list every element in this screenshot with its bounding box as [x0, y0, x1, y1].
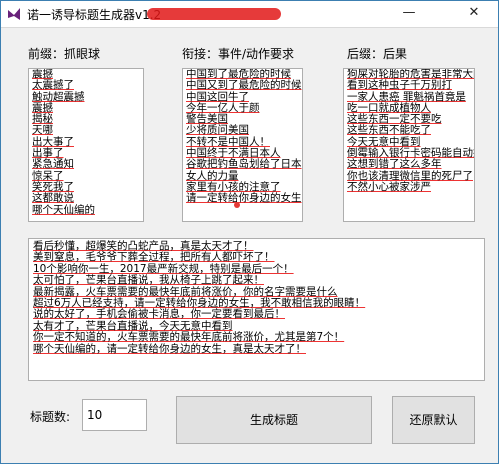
- app-window: 诺一诱导标题生成器v1.2 — ✕ 前缀：抓眼球 衔接：事件/动作要求 后缀：后…: [0, 0, 499, 464]
- prefix-item[interactable]: 太震撼了: [32, 79, 143, 91]
- count-input[interactable]: 10: [82, 399, 147, 431]
- reset-defaults-button[interactable]: 还原默认: [392, 396, 475, 444]
- prefix-item[interactable]: 哪个天仙编的: [32, 204, 143, 216]
- generated-titles-textarea[interactable]: 看后秒懂，超爆笑的凸蛇产品，真是太天才了！ 美到窒息，毛爷爷下葬全过程，把所有人都…: [28, 238, 485, 381]
- count-label: 标题数:: [30, 410, 71, 424]
- prefix-list[interactable]: 震撼 太震撼了 触动超震撼 震撼 揭秘 天哪 出大事了 出事了 紧急通知 惊呆了 笑死我了 这都敢说哪…: [28, 68, 144, 222]
- suffix-list[interactable]: 狗屎对轮胎的危害是非常大的 看到这种虫子千万别打 一家人患癌 罪魁祸首竟是 吃一口就成…: [343, 68, 475, 222]
- generated-title-line: 你一定不知道的，火车票需要的最快年底前将涨价，尤其是第7个！: [33, 331, 345, 344]
- suffix-label: 后缀：后果: [347, 47, 408, 61]
- connector-item[interactable]: 谷歌把钓鱼岛划给了日本: [186, 159, 302, 171]
- generate-titles-button[interactable]: 生成标题: [176, 396, 372, 444]
- redacted-contact: [147, 8, 281, 20]
- prefix-item[interactable]: 这都敢说: [32, 192, 143, 204]
- minimize-button[interactable]: —: [392, 1, 426, 25]
- connector-item[interactable]: 请一定转给你身边的女生: [186, 192, 302, 204]
- window-title: 诺一诱导标题生成器v1.2: [27, 8, 162, 22]
- close-button[interactable]: ✕: [452, 1, 496, 25]
- prefix-label: 前缀：抓眼球: [28, 47, 101, 61]
- resize-indicator-dot: [234, 202, 240, 208]
- suffix-item[interactable]: 看到这种虫子千万别打: [347, 79, 474, 91]
- suffix-item[interactable]: 不然小心被家涉严: [347, 181, 474, 193]
- connector-item[interactable]: 中国又到了最危险的时候: [186, 79, 302, 91]
- connector-list[interactable]: 中国到了最危险的时候 中国又到了最危险的时候 中国这回牛了 今年一亿人于颜 警告美国 少将…: [182, 68, 303, 222]
- suffix-item[interactable]: 这想到错了这么多年: [347, 159, 474, 171]
- generated-title-line: 太可怕了，芒果台直播说，我从椅子上跳了起来！: [33, 274, 264, 287]
- title-bar[interactable]: 诺一诱导标题生成器v1.2 — ✕: [1, 1, 498, 28]
- app-icon: [8, 8, 20, 20]
- prefix-item[interactable]: 紧急通知: [32, 159, 143, 171]
- generated-title-line: 哪个天仙编的，请一定转给你身边的女生，真是太天才了！: [33, 342, 306, 355]
- connector-label: 衔接：事件/动作要求: [182, 47, 295, 61]
